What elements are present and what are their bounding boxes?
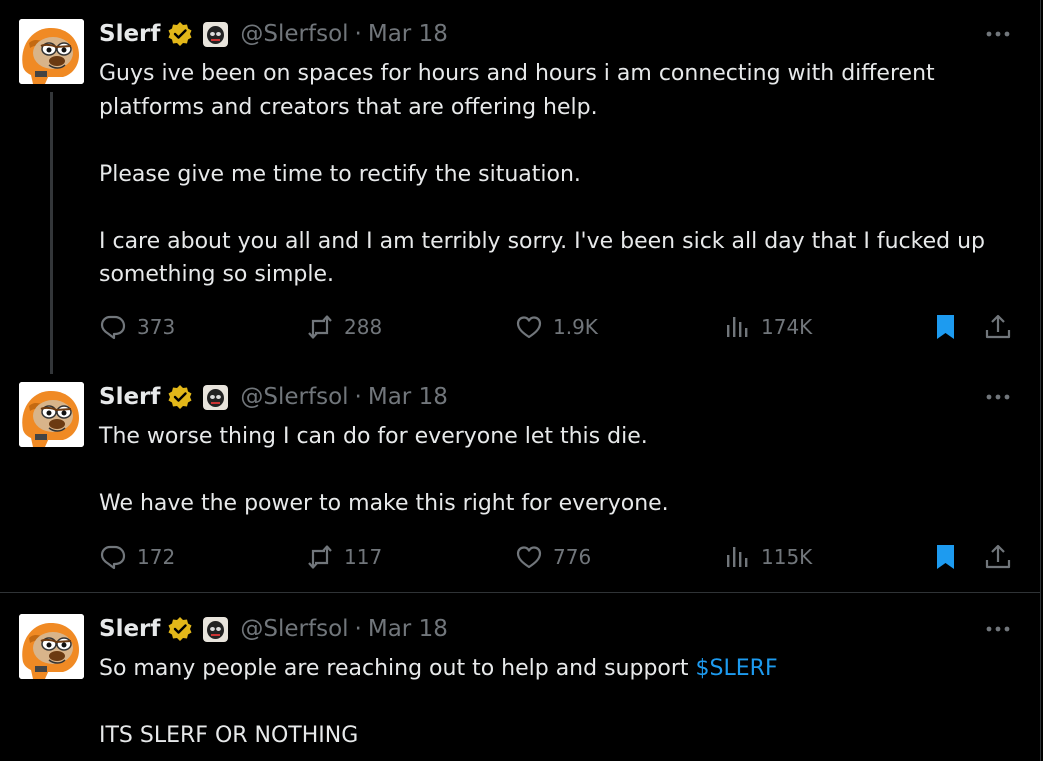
like-icon [516, 546, 542, 569]
verified-badge-icon[interactable] [167, 616, 194, 642]
like-button[interactable]: 1.9K [515, 312, 598, 342]
thread-connector [50, 92, 53, 374]
affiliate-badge-icon[interactable] [203, 21, 229, 47]
more-icon[interactable] [985, 392, 1011, 402]
bookmark-button[interactable] [932, 542, 970, 572]
author-handle[interactable]: @Slerfsol [240, 21, 348, 47]
like-count: 776 [553, 545, 592, 569]
separator-dot: · [354, 21, 362, 47]
tweet-paragraph: ITS SLERF OR NOTHING [99, 723, 359, 748]
affiliate-badge-icon[interactable] [203, 616, 229, 642]
bookmark-icon [937, 545, 954, 569]
share-icon [985, 544, 1011, 569]
tweet-paragraph: We have the power to make this right for… [99, 491, 669, 516]
reply-icon [100, 545, 126, 570]
action-bar: 373 288 1.9K 174K [99, 312, 1019, 342]
like-button[interactable]: 776 [515, 542, 591, 572]
tweet-1[interactable]: Slerf @Slerfsol · Mar 18 Guys ive been o… [0, 0, 1043, 378]
tweet-text: Guys ive been on spaces for hours and ho… [99, 57, 999, 292]
like-count: 1.9K [553, 315, 598, 339]
avatar[interactable] [19, 614, 84, 679]
verified-badge-icon[interactable] [167, 384, 194, 410]
like-icon [516, 316, 542, 339]
repost-icon [307, 315, 333, 339]
tweet-date[interactable]: Mar 18 [368, 21, 448, 47]
reply-count: 172 [137, 545, 176, 569]
tweet-header: Slerf @Slerfsol · Mar 18 [99, 614, 448, 644]
tweet-date[interactable]: Mar 18 [368, 384, 448, 410]
action-bar: 172 117 776 115K [99, 542, 1019, 572]
tweet-header: Slerf @Slerfsol · Mar 18 [99, 19, 448, 49]
share-icon [985, 314, 1011, 339]
author-handle[interactable]: @Slerfsol [240, 384, 348, 410]
views-count: 174K [761, 315, 813, 339]
reply-button[interactable]: 373 [99, 312, 175, 342]
reply-button[interactable]: 172 [99, 542, 175, 572]
affiliate-badge-icon[interactable] [203, 384, 229, 410]
reply-count: 373 [137, 315, 176, 339]
more-icon[interactable] [985, 29, 1011, 39]
views-icon [727, 547, 748, 567]
separator-dot: · [354, 616, 362, 642]
tweet-2[interactable]: Slerf @Slerfsol · Mar 18 The worse thing… [0, 378, 1043, 592]
views-button[interactable]: 115K [723, 542, 812, 572]
tweet-date[interactable]: Mar 18 [368, 616, 448, 642]
avatar[interactable] [19, 19, 84, 84]
tweet-text: The worse thing I can do for everyone le… [99, 420, 999, 521]
verified-badge-icon[interactable] [167, 21, 194, 47]
tweet-paragraph: The worse thing I can do for everyone le… [99, 424, 648, 449]
separator-dot: · [354, 384, 362, 410]
cashtag-link[interactable]: $SLERF [696, 656, 778, 681]
views-button[interactable]: 174K [723, 312, 812, 342]
tweet-paragraph: Please give me time to rectify the situa… [99, 161, 581, 187]
tweet-paragraph: I care about you all and I am terribly s… [99, 228, 985, 288]
views-icon [727, 317, 748, 337]
reply-icon [100, 315, 126, 340]
repost-button[interactable]: 288 [306, 312, 382, 342]
share-button[interactable] [984, 542, 1022, 572]
tweet-line: So many people are reaching out to help … [99, 656, 696, 681]
share-button[interactable] [984, 312, 1022, 342]
author-handle[interactable]: @Slerfsol [240, 616, 348, 642]
tweet-3[interactable]: Slerf @Slerfsol · Mar 18 So many people … [0, 593, 1043, 761]
tweet-paragraph: Guys ive been on spaces for hours and ho… [99, 61, 935, 120]
repost-count: 117 [344, 545, 383, 569]
repost-count: 288 [344, 315, 383, 339]
tweet-text: So many people are reaching out to help … [99, 652, 999, 753]
author-name[interactable]: Slerf [99, 21, 160, 47]
bookmark-button[interactable] [932, 312, 970, 342]
author-name[interactable]: Slerf [99, 384, 160, 410]
avatar[interactable] [19, 382, 84, 447]
repost-icon [307, 545, 333, 569]
more-icon[interactable] [985, 624, 1011, 634]
tweet-header: Slerf @Slerfsol · Mar 18 [99, 382, 448, 412]
tweet-paragraph: So many people are reaching out to help … [99, 652, 999, 686]
repost-button[interactable]: 117 [306, 542, 382, 572]
author-name[interactable]: Slerf [99, 616, 160, 642]
bookmark-icon [937, 315, 954, 339]
views-count: 115K [761, 545, 813, 569]
